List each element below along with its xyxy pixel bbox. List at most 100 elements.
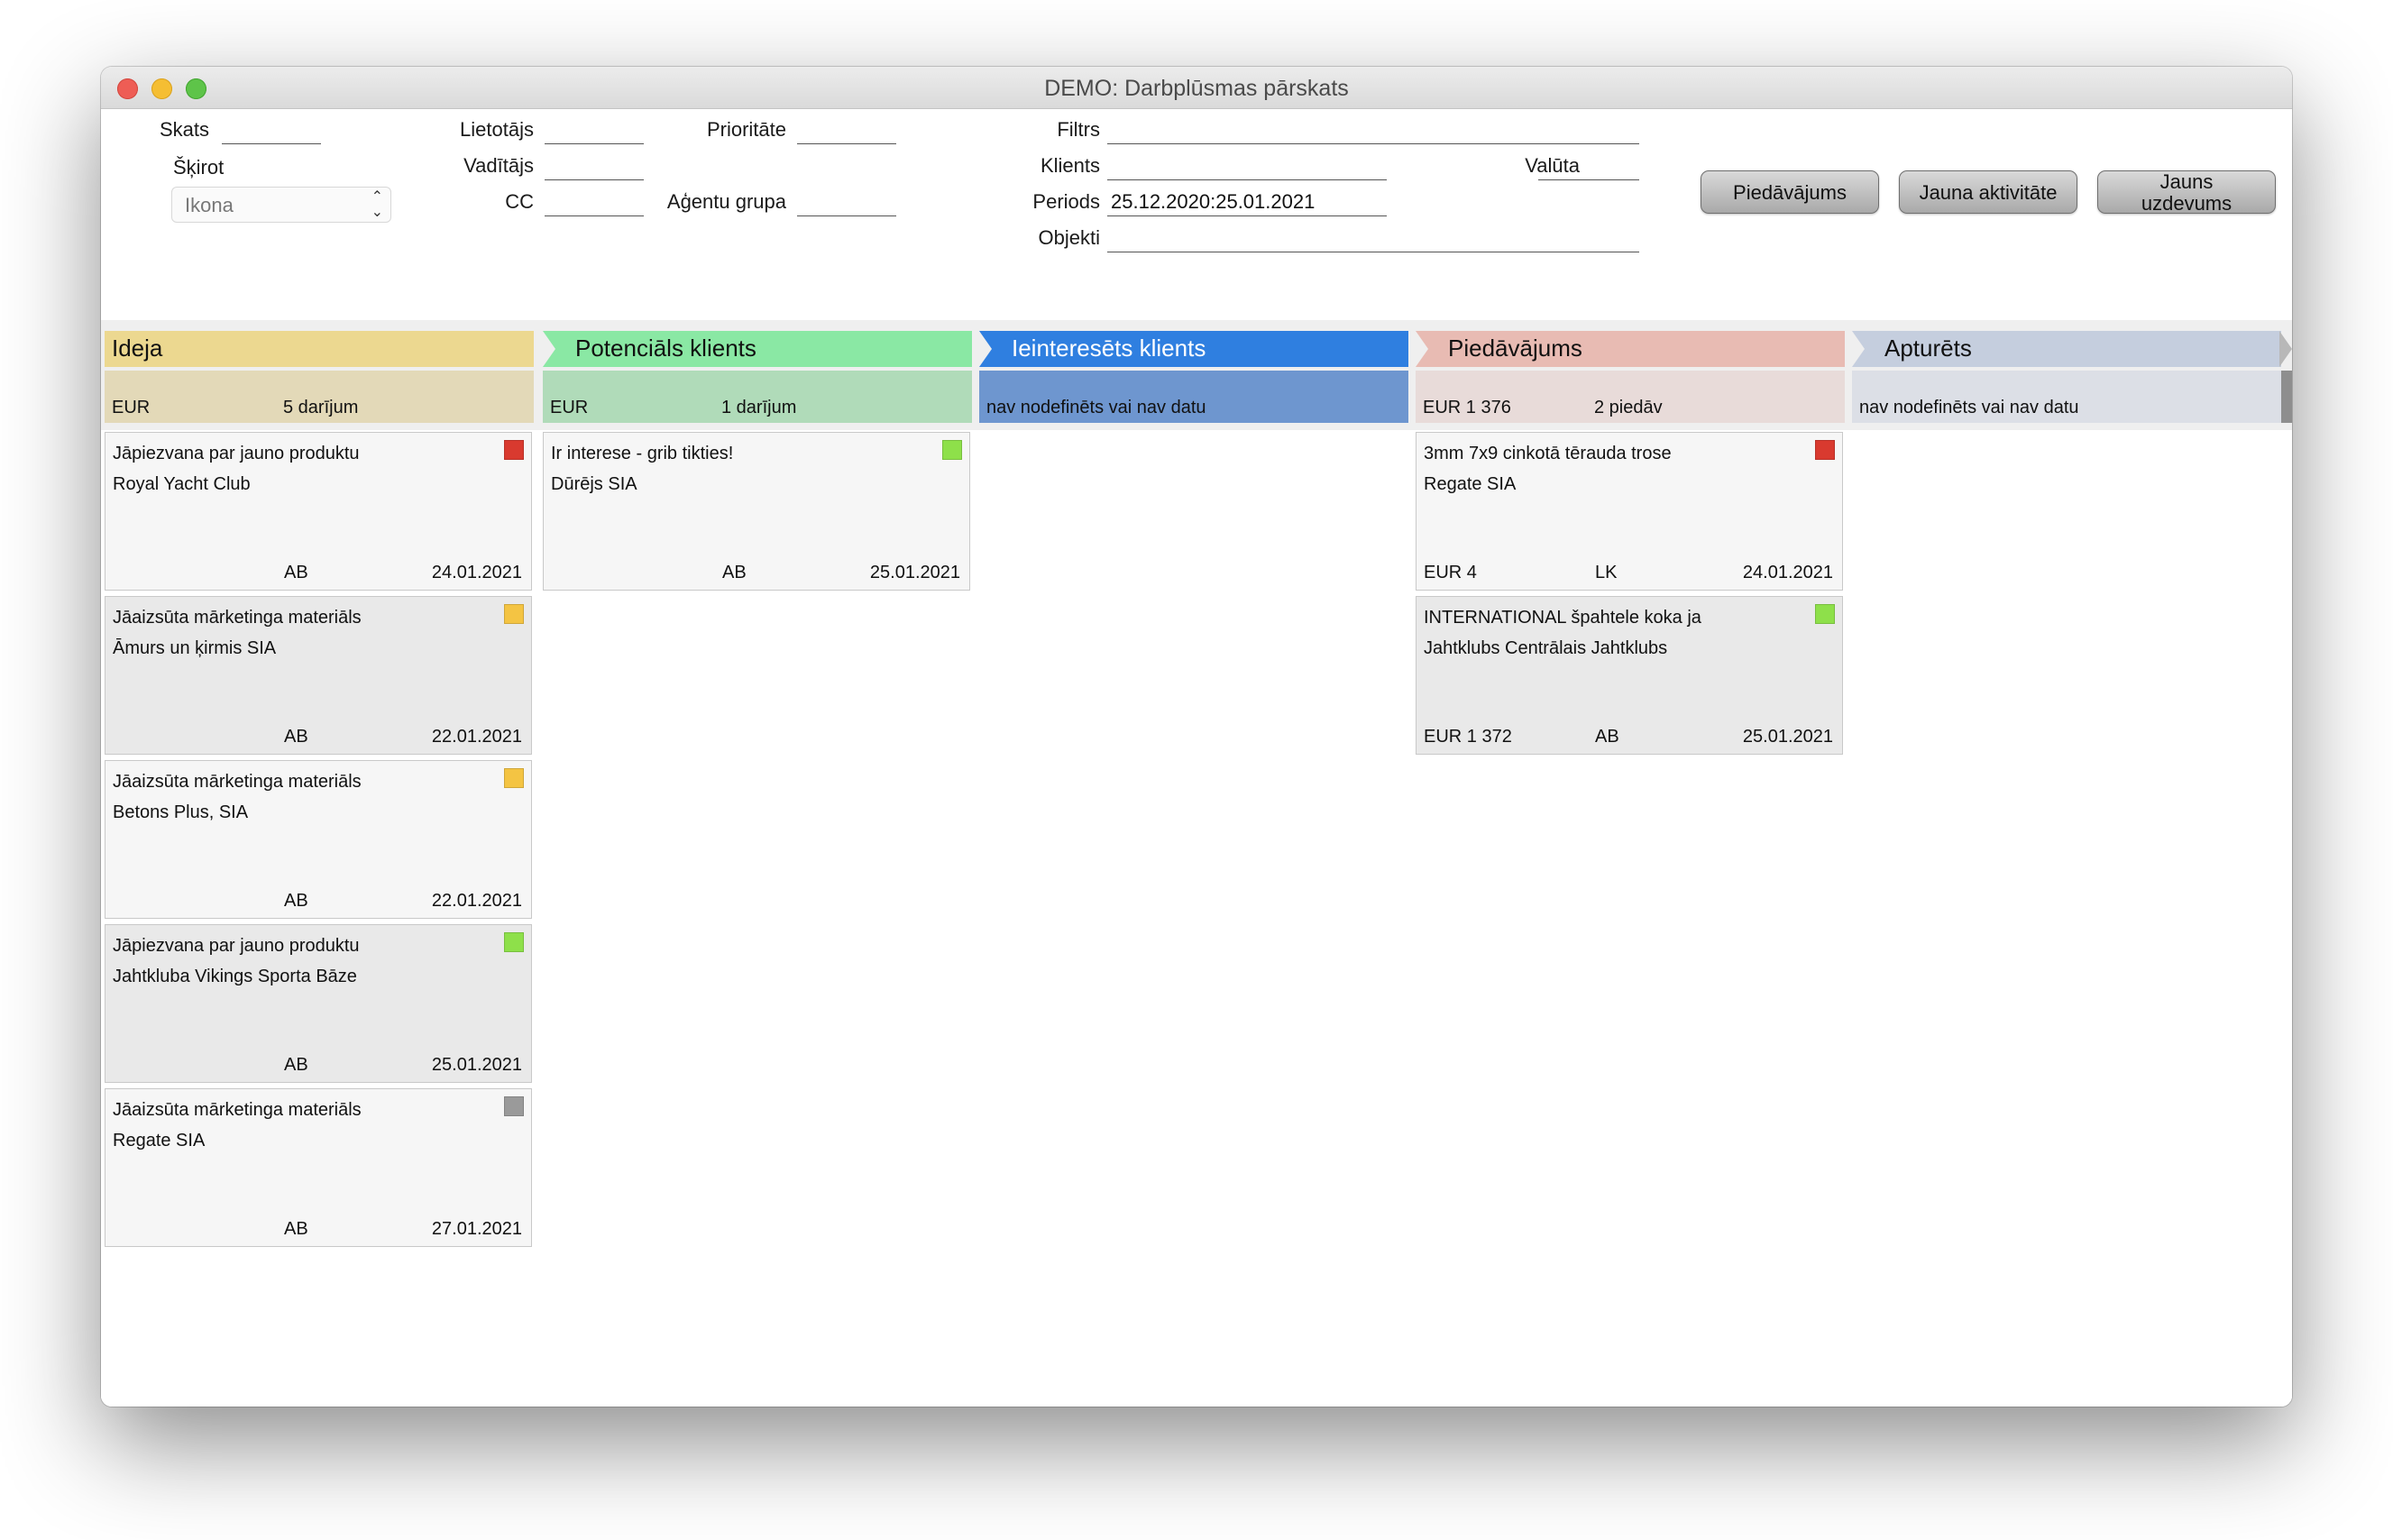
filtrs-label: Filtrs (1057, 118, 1100, 141)
lietotajs-field[interactable] (545, 143, 644, 144)
summary-no-data: nav nodefinēts vai nav datu (1859, 398, 2079, 417)
priority-indicator (504, 768, 524, 788)
column-chevron-icon (1852, 331, 1865, 367)
prioritate-field[interactable] (797, 143, 896, 144)
card-date: 22.01.2021 (431, 727, 522, 747)
deal-card[interactable]: Jāpiezvana par jauno produktu Jahtkluba … (105, 924, 532, 1083)
column-summary-potencials-klients: EUR 1 darījum (543, 371, 972, 423)
priority-indicator (1815, 604, 1835, 624)
card-client: Jahtkluba Vikings Sporta Bāze (113, 967, 357, 986)
card-title: Ir interese - grib tikties! (551, 444, 734, 463)
periods-value[interactable]: 25.12.2020:25.01.2021 (1111, 190, 1315, 214)
deal-card[interactable]: Jāaizsūta mārketinga materiāls Betons Pl… (105, 760, 532, 919)
app-window: DEMO: Darbplūsmas pārskats Skats Šķirot … (101, 67, 2292, 1407)
card-date: 27.01.2021 (431, 1219, 522, 1239)
column-header-ideja[interactable]: Ideja (105, 331, 534, 367)
deal-card[interactable]: INTERNATIONAL špahtele koka ja Jahtklubs… (1416, 596, 1843, 755)
priority-indicator (504, 932, 524, 952)
valuta-label: Valūta (1525, 154, 1580, 177)
summary-count: 2 piedāv (1594, 398, 1663, 417)
jauns-uzdevums-label-line2: uzdevums (2141, 192, 2233, 215)
piedavajums-button[interactable]: Piedāvājums (1701, 170, 1879, 214)
card-agent: AB (284, 727, 308, 747)
jauna-aktivitate-button[interactable]: Jauna aktivitāte (1899, 170, 2077, 214)
agentu-grupa-label: Aģentu grupa (666, 190, 786, 213)
valuta-field[interactable] (1538, 179, 1639, 180)
priority-indicator (504, 440, 524, 460)
vaditajs-field[interactable] (545, 179, 644, 180)
column-header-potencials-klients[interactable]: Potenciāls klients (543, 331, 972, 367)
card-agent: AB (284, 1055, 308, 1075)
column-summary-ideja: EUR 5 darījum (105, 371, 534, 423)
filtrs-field[interactable] (1107, 143, 1639, 144)
card-title: 3mm 7x9 cinkotā tērauda trose (1424, 444, 1672, 463)
periods-field[interactable] (1107, 215, 1387, 216)
objekti-label: Objekti (1038, 226, 1100, 249)
piedavajums-button-label: Piedāvājums (1733, 181, 1847, 204)
card-amount: EUR 4 (1424, 563, 1477, 582)
card-agent: AB (284, 563, 308, 582)
column-summary-ieinteresets-klients: nav nodefinēts vai nav datu (979, 371, 1408, 423)
skirot-value: Ikona (185, 194, 234, 216)
card-date: 22.01.2021 (431, 891, 522, 911)
priority-indicator (1815, 440, 1835, 460)
column-name: Potenciāls klients (575, 335, 756, 362)
card-client: Royal Yacht Club (113, 474, 251, 494)
card-agent: AB (722, 563, 747, 582)
card-date: 25.01.2021 (431, 1055, 522, 1075)
card-title: Jāpiezvana par jauno produktu (113, 936, 360, 956)
card-date: 25.01.2021 (1742, 727, 1833, 747)
summary-currency: EUR (550, 398, 589, 417)
column-name: Piedāvājums (1448, 335, 1582, 362)
card-title: INTERNATIONAL špahtele koka ja (1424, 608, 1701, 628)
priority-indicator (504, 1096, 524, 1116)
card-agent: LK (1595, 563, 1618, 582)
window-title: DEMO: Darbplūsmas pārskats (1044, 76, 1349, 101)
periods-label: Periods (1032, 190, 1100, 213)
cc-label: CC (505, 190, 534, 213)
agentu-grupa-field[interactable] (797, 215, 896, 216)
title-bar: DEMO: Darbplūsmas pārskats (101, 67, 2292, 109)
card-title: Jāpiezvana par jauno produktu (113, 444, 360, 463)
jauna-aktivitate-button-label: Jauna aktivitāte (1919, 181, 2058, 204)
priority-indicator (504, 604, 524, 624)
main-content: Skats Šķirot Ikona ⌃ ⌄ Lietotājs Vadītājs… (101, 109, 2292, 1407)
column-chevron-icon (543, 331, 555, 367)
column-header-piedavajums[interactable]: Piedāvājums (1416, 331, 1845, 367)
deal-card[interactable]: Ir interese - grib tikties! Dūrējs SIA A… (543, 432, 970, 591)
summary-currency: EUR (112, 398, 151, 417)
priority-indicator (942, 440, 962, 460)
deal-card[interactable]: 3mm 7x9 cinkotā tērauda trose Regate SIA… (1416, 432, 1843, 591)
klienti-field[interactable] (1107, 179, 1387, 180)
card-date: 24.01.2021 (1742, 563, 1833, 582)
card-title: Jāaizsūta mārketinga materiāls (113, 608, 362, 628)
klienti-label: Klients (1040, 154, 1100, 177)
summary-no-data: nav nodefinēts vai nav datu (986, 398, 1206, 417)
summary-count: 1 darījum (721, 398, 797, 417)
summary-currency: EUR 1 376 (1423, 398, 1511, 417)
skirot-select[interactable]: Ikona ⌃ ⌄ (171, 187, 391, 223)
chevron-up-down-icon: ⌃ ⌄ (371, 189, 383, 220)
deal-card[interactable]: Jāaizsūta mārketinga materiāls Āmurs un … (105, 596, 532, 755)
horizontal-scroll-handle[interactable] (2281, 371, 2292, 423)
column-name: Ideja (112, 335, 163, 362)
pipeline-board: Ideja Potenciāls klients Ieinteresēts kl… (101, 320, 2292, 1407)
column-summary-piedavajums: EUR 1 376 2 piedāv (1416, 371, 1845, 423)
skats-label: Skats (159, 118, 209, 141)
skats-field[interactable] (222, 143, 321, 144)
column-name: Apturēts (1884, 335, 1972, 362)
skirot-label: Šķirot (173, 156, 225, 179)
deal-card[interactable]: Jāaizsūta mārketinga materiāls Regate SI… (105, 1088, 532, 1247)
deal-card[interactable]: Jāpiezvana par jauno produktu Royal Yach… (105, 432, 532, 591)
prioritate-label: Prioritāte (706, 118, 786, 141)
cc-field[interactable] (545, 215, 644, 216)
column-header-ieinteresets-klients[interactable]: Ieinteresēts klients (979, 331, 1408, 367)
card-client: Dūrējs SIA (551, 474, 637, 494)
jauns-uzdevums-button[interactable]: Jauns uzdevums (2097, 170, 2276, 215)
lietotajs-label: Lietotājs (460, 118, 534, 141)
column-header-apturets[interactable]: Apturēts (1852, 331, 2281, 367)
column-name: Ieinteresēts klients (1012, 335, 1206, 362)
card-title: Jāaizsūta mārketinga materiāls (113, 772, 362, 792)
card-agent: AB (284, 891, 308, 911)
next-column-arrow-icon[interactable] (2279, 331, 2292, 367)
